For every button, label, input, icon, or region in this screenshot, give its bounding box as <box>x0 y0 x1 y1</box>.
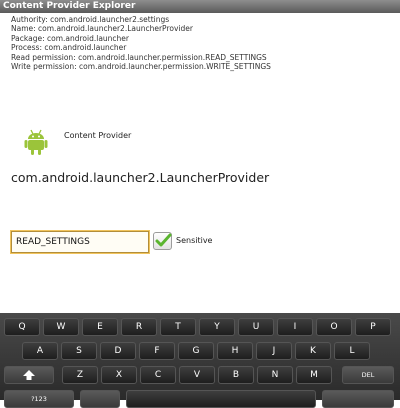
key-w[interactable]: W <box>43 318 79 336</box>
key-y[interactable]: Y <box>199 318 235 336</box>
provider-name: com.android.launcher2.LauncherProvider <box>11 170 270 185</box>
soft-keyboard: Q W E R T Y U I O P A S D F G H J K L Z … <box>0 313 400 408</box>
key-j[interactable]: J <box>256 342 292 360</box>
android-icon <box>24 128 48 156</box>
key-a[interactable]: A <box>22 342 58 360</box>
key-v[interactable]: V <box>179 366 215 384</box>
key-u[interactable]: U <box>238 318 274 336</box>
window-title-bar: Content Provider Explorer <box>0 0 400 13</box>
delete-key-label: DEL <box>361 371 375 379</box>
key-k[interactable]: K <box>295 342 331 360</box>
space-key[interactable] <box>126 390 316 408</box>
key-p[interactable]: P <box>355 318 391 336</box>
shift-arrow-icon <box>23 370 35 380</box>
key-g[interactable]: G <box>178 342 214 360</box>
key-s[interactable]: S <box>61 342 97 360</box>
key-o[interactable]: O <box>316 318 352 336</box>
key-n[interactable]: N <box>257 366 293 384</box>
sensitive-label: Sensitive <box>176 236 213 245</box>
key-i[interactable]: I <box>277 318 313 336</box>
window-title: Content Provider Explorer <box>3 1 136 11</box>
key-l[interactable]: L <box>334 342 370 360</box>
comma-key[interactable] <box>80 390 120 408</box>
key-z[interactable]: Z <box>62 366 98 384</box>
read-permission-text: Read permission: com.android.launcher.pe… <box>11 52 267 62</box>
package-text: Package: com.android.launcher <box>11 33 130 43</box>
name-text: Name: com.android.launcher2.LauncherProv… <box>11 24 193 34</box>
key-r[interactable]: R <box>121 318 157 336</box>
key-h[interactable]: H <box>217 342 253 360</box>
shift-key[interactable] <box>4 366 54 384</box>
enter-key[interactable] <box>322 390 394 408</box>
key-b[interactable]: B <box>218 366 254 384</box>
delete-key[interactable]: DEL <box>342 366 394 384</box>
permission-input[interactable] <box>11 231 149 253</box>
key-e[interactable]: E <box>82 318 118 336</box>
process-text: Process: com.android.launcher <box>11 43 127 53</box>
provider-info: Authority: com.android.launcher2.setting… <box>11 15 396 71</box>
sensitive-checkbox[interactable] <box>153 232 172 250</box>
write-permission-text: Write permission: com.android.launcher.p… <box>11 62 271 72</box>
key-x[interactable]: X <box>101 366 137 384</box>
key-f[interactable]: F <box>139 342 175 360</box>
key-q[interactable]: Q <box>4 318 40 336</box>
authority-text: Authority: com.android.launcher2.setting… <box>11 15 170 24</box>
symbols-key[interactable]: ?123 <box>4 390 74 408</box>
symbols-key-label: ?123 <box>31 395 47 403</box>
key-t[interactable]: T <box>160 318 196 336</box>
key-m[interactable]: M <box>296 366 332 384</box>
checkmark-icon <box>155 233 172 247</box>
key-c[interactable]: C <box>140 366 176 384</box>
content-provider-label: Content Provider <box>64 131 132 140</box>
key-d[interactable]: D <box>100 342 136 360</box>
